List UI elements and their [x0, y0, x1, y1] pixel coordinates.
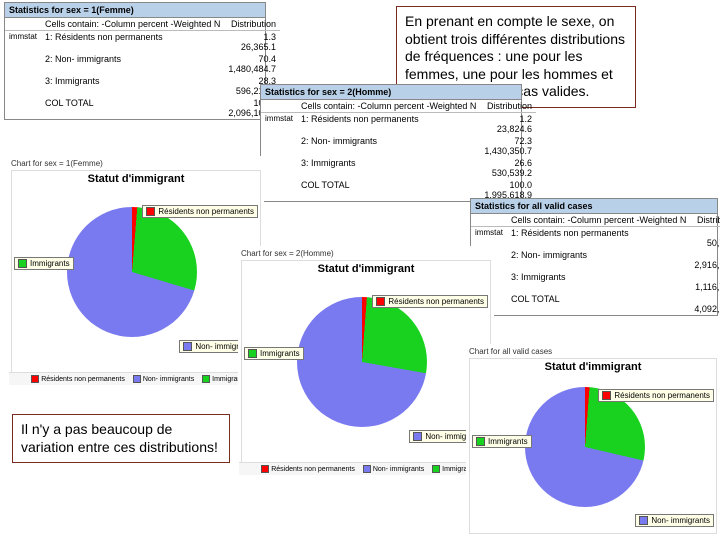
stats-femme-title: Statistics for sex = 1(Femme): [5, 3, 265, 18]
val: 26.6: [514, 158, 532, 168]
header-dist: Distribution: [690, 214, 720, 227]
pie-femme: [67, 207, 197, 337]
val: 4,092,525.2: [694, 304, 720, 314]
val: 1.3: [263, 32, 276, 42]
val: 72.3: [514, 136, 532, 146]
chart-homme-title: Statut d'immigrant: [242, 263, 490, 275]
row-label: 1: Résidents non permanents: [507, 227, 690, 250]
val: 26,365.1: [241, 42, 276, 52]
stats-femme: Statistics for sex = 1(Femme) Cells cont…: [4, 2, 266, 120]
stats-homme-title: Statistics for sex = 2(Homme): [261, 85, 521, 100]
legend-bottom: Résidents non permanents Non- immigrants…: [9, 372, 263, 385]
chart-femme-caption: Chart for sex = 1(Femme): [9, 157, 263, 170]
chart-homme: Chart for sex = 2(Homme) Statut d'immigr…: [238, 246, 494, 478]
header-cells: Cells contain: -Column percent -Weighted…: [507, 214, 690, 227]
header-cells: Cells contain: -Column percent -Weighted…: [41, 18, 224, 31]
val: 1,116,752.9: [695, 282, 720, 292]
val: 1,480,484.7: [228, 64, 276, 74]
chart-all-caption: Chart for all valid cases: [467, 345, 719, 358]
header-dist: Distribution: [480, 100, 536, 113]
val: 23,824.6: [497, 124, 532, 134]
legend-resnp: Résidents non permanents: [142, 205, 258, 218]
val: 1.2: [519, 114, 532, 124]
legend-imm: Immigrants: [14, 257, 74, 270]
row-label: 3: Immigrants: [507, 271, 690, 293]
legend-imm: Immigrants: [472, 435, 532, 448]
val: 530,539.2: [492, 168, 532, 178]
callout-bottom: Il n'y a pas beaucoup de variation entre…: [12, 414, 230, 463]
coltotal-label: COL TOTAL: [41, 97, 224, 119]
coltotal-label: COL TOTAL: [507, 293, 690, 315]
legend-resnp: Résidents non permanents: [598, 389, 714, 402]
header-cells: Cells contain: -Column percent -Weighted…: [297, 100, 480, 113]
pie-homme: [297, 297, 427, 427]
stats-homme: Statistics for sex = 2(Homme) Cells cont…: [260, 84, 522, 202]
side-label: immstat: [5, 31, 41, 120]
chart-femme-title: Statut d'immigrant: [12, 173, 260, 185]
stats-all: Statistics for all valid cases Cells con…: [470, 198, 718, 316]
chart-femme: Chart for sex = 1(Femme) Statut d'immigr…: [8, 156, 264, 388]
side-label: immstat: [261, 113, 297, 202]
row-label: 3: Immigrants: [297, 157, 480, 179]
val: 50,719.6: [707, 238, 720, 248]
row-label: 2: Non- immigrants: [297, 135, 480, 157]
row-label: 2: Non- immigrants: [507, 249, 690, 271]
row-label: 1: Résidents non permanents: [41, 31, 224, 54]
pie-all: [525, 387, 645, 507]
val: 1,430,350.7: [484, 146, 532, 156]
val: 70.4: [258, 54, 276, 64]
coltotal-label: COL TOTAL: [297, 179, 480, 201]
val: 2,916,950.7: [694, 260, 720, 270]
legend-resnp: Résidents non permanents: [372, 295, 488, 308]
row-label: 1: Résidents non permanents: [297, 113, 480, 136]
chart-all-title: Statut d'immigrant: [470, 361, 716, 373]
legend-bottom: Résidents non permanents Non- immigrants…: [239, 462, 493, 475]
row-label: 2: Non- immigrants: [41, 53, 224, 75]
stats-all-title: Statistics for all valid cases: [471, 199, 717, 214]
legend-imm: Immigrants: [244, 347, 304, 360]
header-dist: Distribution: [224, 18, 280, 31]
legend-nonimm: Non- immigrants: [635, 514, 714, 527]
chart-homme-caption: Chart for sex = 2(Homme): [239, 247, 493, 260]
chart-all: Chart for all valid cases Statut d'immig…: [466, 344, 720, 540]
val: 100.0: [509, 180, 532, 190]
row-label: 3: Immigrants: [41, 75, 224, 97]
